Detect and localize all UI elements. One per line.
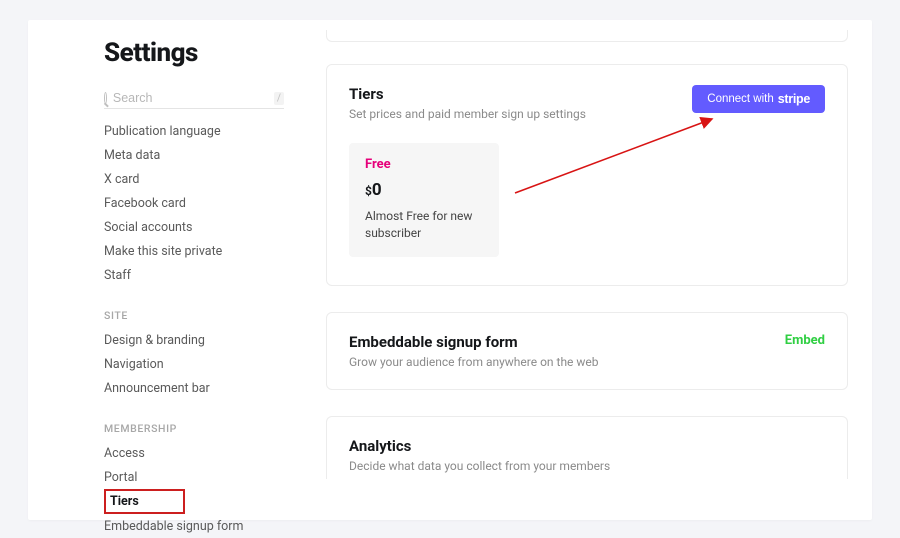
tier-description: Almost Free for new subscriber [365,208,483,243]
connect-stripe-prefix: Connect with [707,93,773,105]
analytics-title-block: Analytics Decide what data you collect f… [349,437,825,473]
sidebar-item-tiers[interactable]: Tiers [104,489,185,514]
sidebar-item-meta-data[interactable]: Meta data [104,143,284,167]
embed-header: Embeddable signup form Grow your audienc… [349,333,825,369]
settings-panel: Settings / Publication language Meta dat… [28,20,872,520]
sidebar-item-announcement[interactable]: Announcement bar [104,376,284,400]
stripe-logo: stripe [778,92,810,106]
tiers-header: Tiers Set prices and paid member sign up… [349,85,825,121]
analytics-subtitle: Decide what data you collect from your m… [349,459,825,473]
main-content: Tiers Set prices and paid member sign up… [284,20,872,520]
tier-tile-free[interactable]: Free $0 Almost Free for new subscriber [349,143,499,257]
search-input[interactable] [113,91,274,105]
sidebar-section-site: SITE [104,309,284,322]
page-title: Settings [104,38,284,68]
sidebar-item-design[interactable]: Design & branding [104,328,284,352]
annotation-arrow-icon [507,111,727,201]
sidebar-item-x-card[interactable]: X card [104,167,284,191]
tier-price: $0 [365,180,483,200]
embed-action[interactable]: Embed [785,333,825,348]
search-icon [104,92,107,104]
sidebar-section-membership: MEMBERSHIP [104,422,284,435]
sidebar-group-membership: Access Portal Tiers Embeddable signup fo… [104,441,284,538]
embed-title: Embeddable signup form [349,333,599,351]
tiers-subtitle: Set prices and paid member sign up setti… [349,107,586,121]
connect-stripe-button[interactable]: Connect with stripe [692,85,825,113]
embed-subtitle: Grow your audience from anywhere on the … [349,355,599,369]
tier-amount: 0 [372,180,382,200]
embed-title-block: Embeddable signup form Grow your audienc… [349,333,599,369]
sidebar-item-publication-language[interactable]: Publication language [104,119,284,143]
previous-card-edge [326,30,848,42]
sidebar-item-social-accounts[interactable]: Social accounts [104,215,284,239]
sidebar-item-navigation[interactable]: Navigation [104,352,284,376]
tiers-title-block: Tiers Set prices and paid member sign up… [349,85,586,121]
tiers-card: Tiers Set prices and paid member sign up… [326,64,848,286]
sidebar-item-make-private[interactable]: Make this site private [104,239,284,263]
sidebar-item-portal[interactable]: Portal [104,465,284,489]
analytics-card: Analytics Decide what data you collect f… [326,416,848,479]
tier-currency: $ [365,184,372,198]
sidebar-item-facebook-card[interactable]: Facebook card [104,191,284,215]
sidebar-group-top: Publication language Meta data X card Fa… [104,119,284,287]
sidebar-item-staff[interactable]: Staff [104,263,284,287]
sidebar-item-access[interactable]: Access [104,441,284,465]
tier-name: Free [365,157,483,172]
sidebar-group-site: Design & branding Navigation Announcemen… [104,328,284,400]
sidebar-item-signup-form[interactable]: Embeddable signup form [104,514,284,538]
tiers-title: Tiers [349,85,586,103]
search-field[interactable]: / [104,88,284,109]
analytics-title: Analytics [349,437,825,455]
embed-card: Embeddable signup form Grow your audienc… [326,312,848,390]
search-shortcut: / [274,92,284,105]
sidebar: Settings / Publication language Meta dat… [104,20,284,520]
